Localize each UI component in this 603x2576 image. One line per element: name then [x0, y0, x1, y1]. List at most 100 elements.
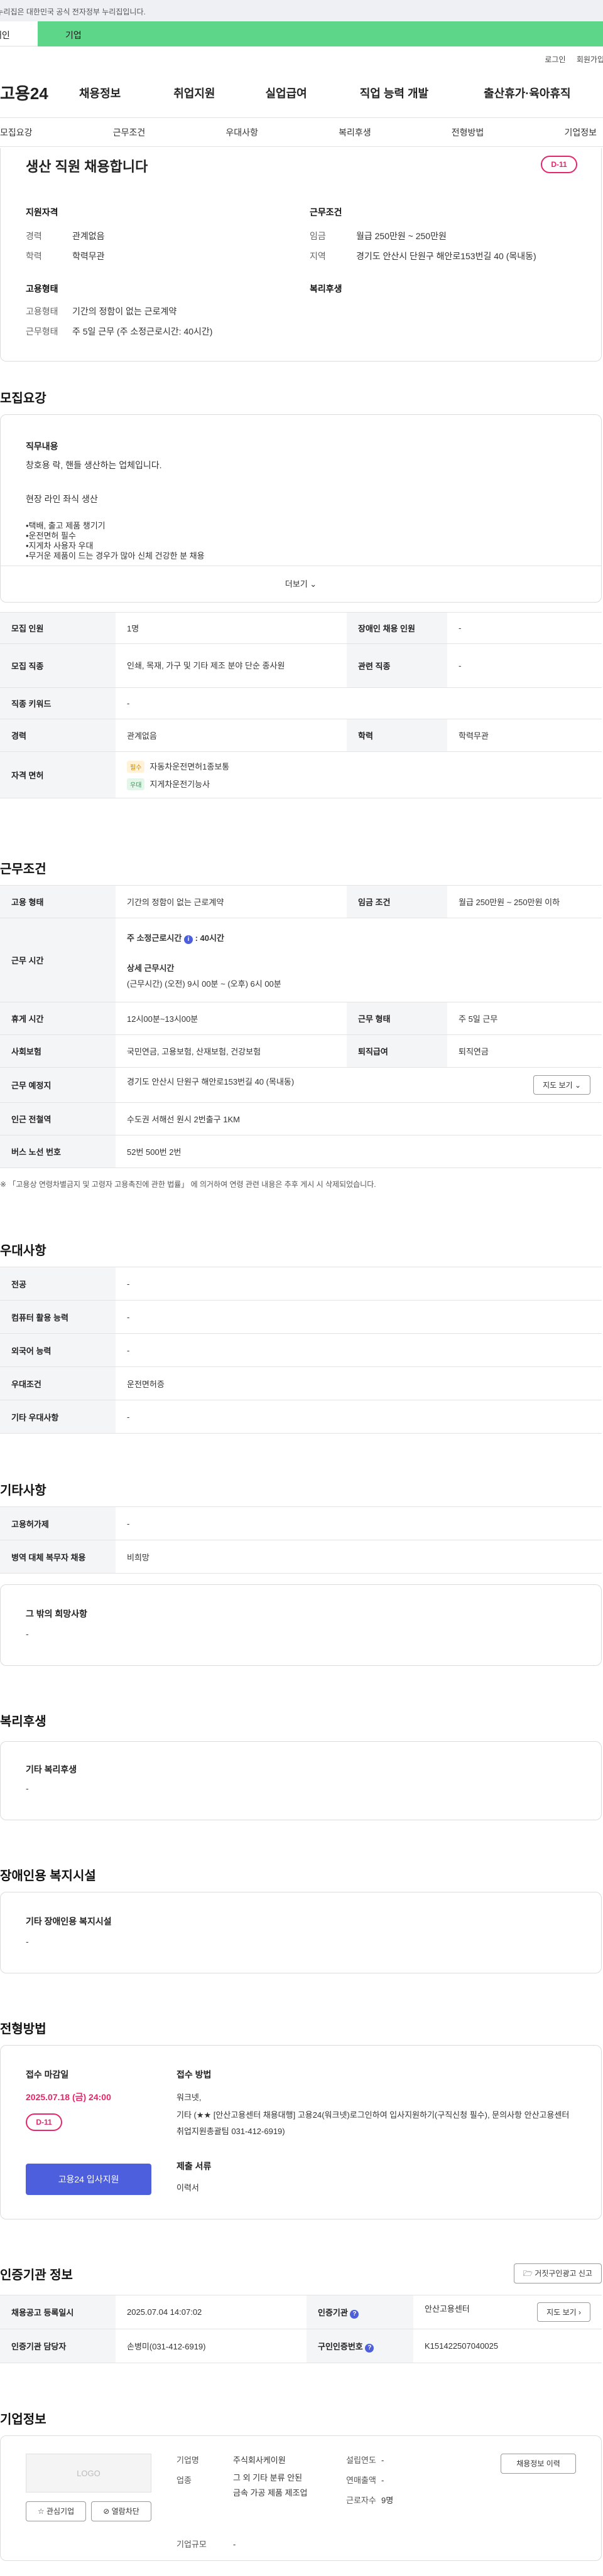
anchor-company[interactable]: 기업정보 — [564, 126, 597, 139]
chevron-down-icon: ⌄ — [310, 579, 317, 589]
emp-type-value: 기간의 정함이 없는 근로계약 — [72, 306, 177, 316]
qual-title: 지원자격 — [26, 207, 58, 217]
table-row: 근무 시간 주 소정근로시간 i : 40시간 상세 근무시간 (근무시간) (… — [0, 918, 602, 1002]
job-label: 모집 직종 — [0, 643, 116, 688]
more-button[interactable]: 더보기 ⌄ — [1, 566, 601, 602]
hours-label: 근무 시간 — [0, 918, 116, 1002]
company-box: LOGO ☆ 관심기업 ⊘ 열람차단 기업명 주식회사케이원 업종 그 외 기타 분… — [0, 2435, 602, 2561]
table-row: 경력 관계없음 학력 학력무관 — [0, 719, 602, 752]
table-row: 자격 면허 필수 자동차운전면허1종보통 우대 지게차운전기능사 — [0, 751, 602, 798]
table-row: 사회보험 국민연금, 고용보험, 산재보험, 건강보험 퇴직급여 퇴직연금 — [0, 1034, 602, 1068]
company-size-label: 기업규모 — [177, 2540, 207, 2549]
table-row: 고용 형태 기간의 정함이 없는 근로계약 임금 조건 월급 250만원 ~ 2… — [0, 885, 602, 918]
tab-personal[interactable]: 개인 — [0, 21, 38, 46]
apply-button[interactable]: 고용24 입사지원 — [26, 2164, 151, 2195]
language-value: - — [116, 1333, 602, 1367]
hours-week-label: 주 소정근로시간 — [127, 933, 182, 943]
folder-icon: 🗁 — [523, 2269, 533, 2278]
deadline-value: 2025.07.18 (금) 24:00 — [26, 2092, 111, 2102]
desc-line: •무거운 제품이 드는 경우가 많아 신체 건강한 분 채용 — [26, 551, 205, 561]
info-icon[interactable]: ? — [365, 2343, 374, 2353]
gnb-item-leave[interactable]: 출산휴가·육아휴직 — [484, 85, 570, 101]
cert-org-label-text: 인증기관 — [318, 2307, 348, 2317]
prefer-cond-value: 운전면허증 — [116, 1366, 602, 1400]
cert-map-button[interactable]: 지도 보기 › — [537, 2302, 590, 2322]
work-wage-label: 임금 — [310, 231, 326, 241]
info-icon[interactable]: i — [183, 935, 193, 944]
tab-corp[interactable]: 기업 — [38, 21, 603, 46]
anchor-conditions[interactable]: 근무조건 — [113, 126, 146, 139]
chevron-right-icon: › — [579, 2308, 581, 2317]
career-label: 경력 — [0, 719, 116, 752]
table-row: 외국어 능력 - — [0, 1333, 602, 1367]
emp-shift-label: 근무형태 — [26, 326, 58, 336]
gnb-item-unemployment[interactable]: 실업급여 — [266, 85, 307, 101]
license-value: 필수 자동차운전면허1종보통 우대 지게차운전기능사 — [116, 751, 602, 798]
work-type-value: 주 5일 근무 — [447, 1002, 602, 1035]
anchor-nav: 모집요강 근무조건 우대사항 복리후생 전형방법 기업정보 — [0, 118, 603, 147]
table-row: 직종 키워드 - — [0, 687, 602, 719]
docs-value: 이력서 — [177, 2183, 199, 2192]
work-title: 근무조건 — [310, 207, 342, 217]
table-row: 인근 전철역 수도권 서해선 원시 2번출구 1KM — [0, 1102, 602, 1135]
recruit-title: 모집요강 — [0, 392, 46, 405]
gov-banner-text: 이 누리집은 대한민국 공식 전자정부 누리집입니다. — [0, 8, 146, 16]
place-value: 경기도 안산시 단원구 해안로153번길 40 (목내동) 지도 보기 ⌄ — [116, 1067, 602, 1103]
table-row: 고용허가제 - — [0, 1506, 602, 1540]
work-type-label: 근무 형태 — [347, 1002, 447, 1035]
reg-date-value: 2025.07.04 14:07:02 — [116, 2295, 307, 2329]
tab-corp-label: 기업 — [65, 30, 82, 40]
license-name: 지게차운전기능사 — [149, 779, 210, 789]
table-row: 모집 인원 1명 장애인 채용 인원 - — [0, 612, 602, 644]
anchor-welfare[interactable]: 복리후생 — [339, 126, 371, 139]
other-wish-title: 그 밖의 희망사항 — [26, 1609, 87, 1619]
disabled-count-value: - — [447, 612, 602, 644]
emp-form-label: 고용 형태 — [0, 885, 116, 918]
anchor-screening[interactable]: 전형방법 — [452, 126, 484, 139]
table-row: 우대조건 운전면허증 — [0, 1366, 602, 1400]
chevron-down-icon: ⌄ — [574, 1081, 581, 1090]
table-row: 채용공고 등록일시 2025.07.04 14:07:02 인증기관 ? 안산고… — [0, 2295, 602, 2329]
subway-label: 인근 전철역 — [0, 1102, 116, 1135]
bus-value: 52번 500번 2번 — [116, 1135, 602, 1168]
site-logo[interactable]: 고용24 — [0, 81, 74, 104]
tab-personal-label: 개인 — [0, 30, 10, 40]
hours-week-value: 40시간 — [200, 933, 224, 943]
job-history-button[interactable]: 채용정보 이력 — [501, 2454, 576, 2474]
military-value: 비희망 — [116, 1540, 602, 1574]
map-button[interactable]: 지도 보기 ⌄ — [533, 1075, 590, 1095]
emp-type: 고용형태 기간의 정함이 없는 근로계약 — [26, 305, 177, 318]
table-row: 휴게 시간 12시00분~13시00분 근무 형태 주 5일 근무 — [0, 1002, 602, 1035]
welfare-box: 기타 복리후생 - — [0, 1741, 602, 1820]
rel-job-label: 관련 직종 — [347, 643, 447, 688]
login-link[interactable]: 로그인 — [545, 55, 565, 64]
info-icon[interactable]: ? — [350, 2309, 359, 2319]
block-view-button[interactable]: ⊘ 열람차단 — [91, 2501, 151, 2521]
anchor-prefer[interactable]: 우대사항 — [225, 126, 258, 139]
gnb-item-training[interactable]: 직업 능력 개발 — [360, 85, 428, 101]
join-link[interactable]: 회원가입 — [577, 55, 603, 64]
desc-line: 현장 라인 좌식 생산 — [26, 494, 98, 504]
gnb-item-employment-support[interactable]: 취업지원 — [173, 85, 215, 101]
major-value: - — [116, 1267, 602, 1301]
company-founded: 설립연도 - — [346, 2454, 384, 2466]
table-row: 인증기관 담당자 손병미(031-412-6919) 구인인증번호 ? K151… — [0, 2329, 602, 2363]
report-button[interactable]: 🗁 거짓구인광고 신고 — [514, 2263, 602, 2284]
age-notice: ※ 「고용상 연령차별금지 및 고령자 고용촉진에 관한 법률」 에 의거하여 … — [0, 1180, 376, 1189]
anchor-recruit[interactable]: 모집요강 — [0, 126, 33, 139]
cert-org-value: 안산고용센터 지도 보기 › — [413, 2295, 602, 2329]
user-type-tabs: 개인 기업 — [0, 21, 603, 46]
more-label: 더보기 — [285, 579, 308, 589]
disabled-fac-box-title: 기타 장애인용 복지시설 — [26, 1916, 112, 1926]
company-logo: LOGO — [26, 2454, 151, 2493]
prefer-cond-label: 우대조건 — [0, 1366, 116, 1400]
welfare-box-value: - — [26, 1783, 29, 1793]
fav-company-button[interactable]: ☆ 관심기업 — [26, 2501, 86, 2521]
company-founded-value: - — [381, 2455, 384, 2465]
work-wage-value: 월급 250만원 ~ 250만원 — [356, 231, 447, 241]
gnb-item-jobs[interactable]: 채용정보 — [79, 85, 121, 101]
company-size-value: - — [233, 2540, 236, 2549]
hours-detail-label: 상세 근무시간 — [127, 963, 175, 973]
gov-banner: 이 누리집은 대한민국 공식 전자정부 누리집입니다. — [0, 0, 603, 21]
severance-label: 퇴직급여 — [347, 1034, 447, 1068]
